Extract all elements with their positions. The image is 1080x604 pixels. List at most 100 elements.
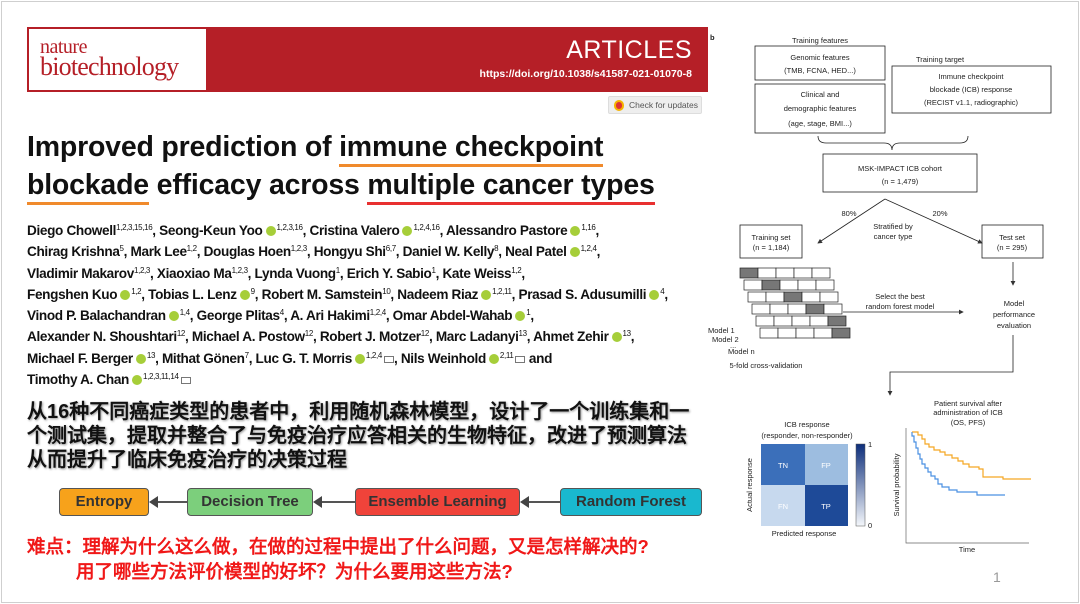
orcid-icon[interactable] bbox=[402, 226, 413, 236]
orcid-icon[interactable] bbox=[570, 226, 581, 236]
affiliation-sup: 12 bbox=[420, 329, 430, 339]
author-name[interactable]: Nadeem Riaz bbox=[397, 287, 478, 302]
author-name[interactable]: Seong-Keun Yoo bbox=[159, 223, 263, 238]
author-name[interactable]: Douglas Hoen bbox=[204, 244, 292, 259]
affiliation-sup: 6,7 bbox=[385, 244, 396, 254]
author-name[interactable]: A. Ari Hakimi bbox=[290, 308, 370, 323]
orcid-icon[interactable] bbox=[569, 247, 580, 258]
cv-fold bbox=[793, 267, 813, 279]
check-updates-button[interactable]: Check for updates bbox=[608, 96, 702, 114]
flow-entropy: Entropy bbox=[59, 488, 149, 516]
affiliation-sup: 1 bbox=[526, 308, 531, 318]
author-name[interactable]: Erich Y. Sabio bbox=[347, 266, 432, 281]
cv-fold bbox=[827, 315, 847, 327]
author-name[interactable]: Chirag Krishna bbox=[27, 244, 120, 259]
title-line-1: Improved prediction of immune checkpoint bbox=[27, 128, 655, 167]
author-name[interactable]: Luc G. T. Morris bbox=[256, 351, 353, 366]
flow-ensemble-learning: Ensemble Learning bbox=[355, 488, 520, 516]
orcid-icon[interactable] bbox=[649, 289, 660, 300]
cv-fold bbox=[795, 327, 815, 339]
label: performance bbox=[993, 310, 1035, 319]
affiliation-sup: 1,2,3,11,14 bbox=[143, 372, 179, 382]
email-icon[interactable] bbox=[383, 355, 394, 363]
label: (n = 1,479) bbox=[882, 177, 919, 186]
affiliation-sup: 4 bbox=[660, 286, 665, 296]
label: Clinical and bbox=[801, 90, 840, 99]
author-name[interactable]: Timothy A. Chan bbox=[27, 372, 129, 387]
affiliation-sup: 1,2,3 bbox=[133, 265, 151, 275]
author-name[interactable]: Cristina Valero bbox=[310, 223, 400, 238]
author-name[interactable]: Ahmet Zehir bbox=[533, 329, 609, 344]
flow-decision-tree: Decision Tree bbox=[187, 488, 313, 516]
orcid-icon[interactable] bbox=[120, 289, 131, 300]
author-name[interactable]: Kate Weiss bbox=[442, 266, 511, 281]
author-line: Vinod P. Balachandran 1,4, George Plitas4… bbox=[27, 308, 534, 324]
author-name[interactable]: Neal Patel bbox=[505, 244, 567, 259]
orcid-icon[interactable] bbox=[354, 353, 365, 364]
author-name[interactable]: Alexander N. Shoushtari bbox=[27, 329, 177, 344]
orcid-icon[interactable] bbox=[481, 289, 492, 300]
affiliation-sup: 1,2,3,15,16 bbox=[116, 223, 153, 232]
affiliation-sup: 1 bbox=[431, 265, 436, 275]
orcid-icon[interactable] bbox=[132, 375, 142, 386]
author-name[interactable]: Mark Lee bbox=[131, 244, 187, 259]
author-name[interactable]: Nils Weinhold bbox=[401, 351, 486, 366]
author-name[interactable]: Omar Abdel-Wahab bbox=[393, 308, 513, 323]
author-name[interactable]: Mithat Gönen bbox=[162, 351, 245, 366]
author-name[interactable]: Fengshen Kuo bbox=[27, 287, 118, 302]
bookmark-icon bbox=[614, 100, 624, 111]
flow-arrow bbox=[313, 496, 355, 508]
doi-link[interactable]: https://doi.org/10.1038/s41587-021-01070… bbox=[480, 68, 692, 80]
author-name[interactable]: Michael F. Berger bbox=[27, 351, 133, 366]
author-name[interactable]: Hongyu Shi bbox=[314, 244, 386, 259]
label: Time bbox=[959, 545, 975, 554]
author-name[interactable]: Alessandro Pastore bbox=[446, 223, 568, 238]
affiliation-sup: 1,2,3 bbox=[290, 244, 307, 254]
label: Training set bbox=[752, 233, 792, 242]
orcid-icon[interactable] bbox=[611, 332, 622, 343]
label: Immune checkpoint bbox=[938, 72, 1004, 81]
cv-fold bbox=[801, 291, 821, 303]
author-name[interactable]: Michael A. Postow bbox=[192, 329, 305, 344]
orcid-icon[interactable] bbox=[168, 311, 179, 322]
author-name[interactable]: Diego Chowell bbox=[27, 223, 116, 238]
author-line: Chirag Krishna5, Mark Lee1,2, Douglas Ho… bbox=[27, 244, 601, 260]
cv-fold bbox=[765, 291, 785, 303]
author-name[interactable]: Prasad S. Adusumilli bbox=[518, 287, 646, 302]
author-name[interactable]: Tobias L. Lenz bbox=[148, 287, 237, 302]
author-name[interactable]: Vinod P. Balachandran bbox=[27, 308, 166, 323]
author-name[interactable]: Daniel W. Kelly bbox=[403, 244, 495, 259]
author-name[interactable]: George Plitas bbox=[197, 308, 280, 323]
journal-header: nature biotechnology ARTICLES https://do… bbox=[27, 27, 708, 92]
orcid-icon[interactable] bbox=[135, 353, 146, 364]
author-name[interactable]: Marc Ladanyi bbox=[436, 329, 519, 344]
author-line: Timothy A. Chan 1,2,3,11,14 bbox=[27, 369, 668, 390]
affiliation-sup: 1 bbox=[335, 265, 340, 275]
orcid-icon[interactable] bbox=[265, 226, 276, 236]
author-name[interactable]: Lynda Vuong bbox=[255, 266, 337, 281]
label: 20% bbox=[932, 209, 947, 218]
affiliation-sup: 1,2 bbox=[511, 265, 522, 275]
author-name[interactable]: Robert J. Motzer bbox=[320, 329, 421, 344]
orcid-icon[interactable] bbox=[488, 353, 499, 364]
confusion-matrix: TN FP FN TP 1 0 bbox=[761, 440, 872, 530]
email-icon[interactable] bbox=[180, 377, 191, 385]
email-icon[interactable] bbox=[515, 355, 526, 363]
paper-title: Improved prediction of immune checkpoint… bbox=[27, 128, 655, 205]
author-name[interactable]: Xiaoxiao Ma bbox=[157, 266, 232, 281]
cv-fold bbox=[809, 315, 829, 327]
affiliation-sup: 1,16 bbox=[581, 223, 596, 232]
author-name[interactable]: Robert M. Samstein bbox=[262, 287, 383, 302]
workflow-figure: b Training features Genomic features (TM… bbox=[708, 33, 1052, 554]
cv-fold bbox=[761, 279, 781, 291]
orcid-icon[interactable] bbox=[515, 311, 526, 322]
brace bbox=[817, 135, 969, 151]
flow-random-forest: Random Forest bbox=[560, 488, 702, 516]
label: Model n bbox=[728, 347, 755, 356]
orcid-icon[interactable] bbox=[239, 289, 250, 300]
label: 5-fold cross-validation bbox=[730, 361, 803, 370]
author-name[interactable]: Vladimir Makarov bbox=[27, 266, 134, 281]
label: ICB response bbox=[784, 420, 829, 429]
label: (n = 295) bbox=[997, 243, 1028, 252]
affiliation-sup: 1,2,11 bbox=[492, 286, 512, 296]
